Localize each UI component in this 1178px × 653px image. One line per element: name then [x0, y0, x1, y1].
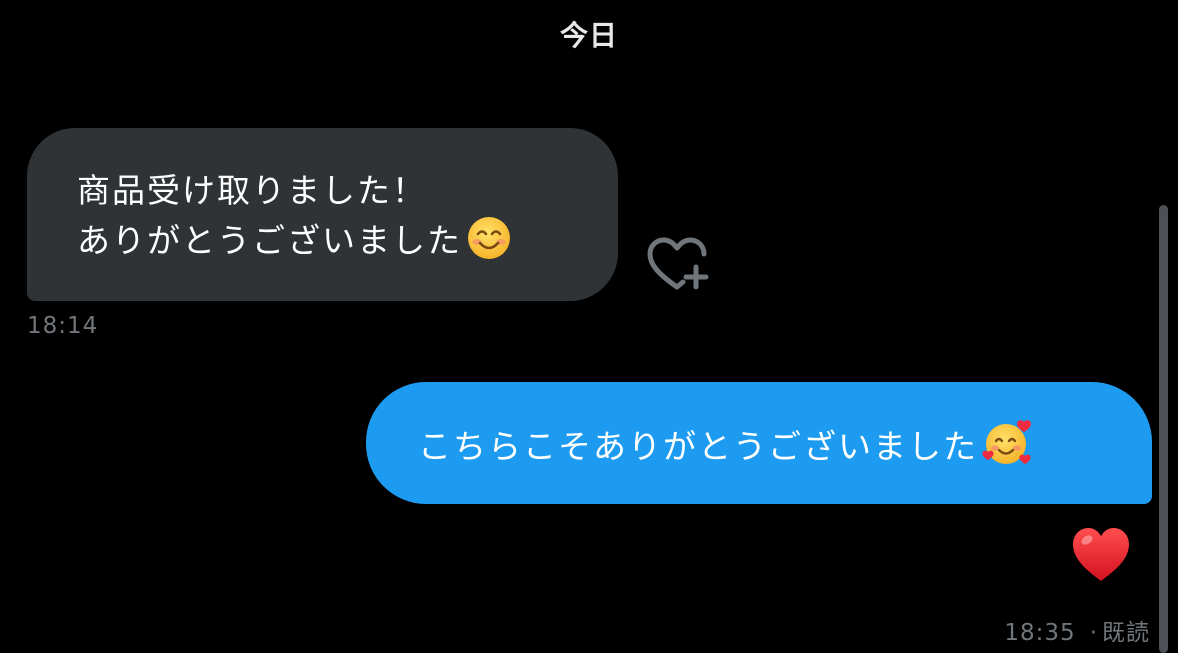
- message-reaction[interactable]: [1070, 525, 1132, 585]
- smiling-face-with-hearts-icon: [982, 420, 1031, 464]
- date-divider: 今日: [559, 19, 618, 52]
- sent-message-bubble[interactable]: こちらこそありがとうございました: [366, 382, 1152, 504]
- message-timestamp: 18:14: [27, 313, 99, 339]
- read-status: 既読: [1102, 620, 1150, 646]
- message-text-line-1: 商品受け取りました！: [77, 171, 427, 210]
- received-message-bubble[interactable]: 商品受け取りました！ ありがとうございました: [27, 128, 618, 301]
- add-reaction-button[interactable]: [647, 237, 711, 293]
- scrollbar[interactable]: [1159, 205, 1168, 653]
- message-meta: 18:35 · 既読: [1004, 613, 1150, 647]
- smiling-face-with-smiling-eyes-icon: [468, 217, 510, 259]
- message-timestamp: 18:35: [1004, 620, 1076, 646]
- message-text-line-2: ありがとうございました: [77, 215, 578, 265]
- message-text-line-2-text: ありがとうございました: [77, 221, 462, 260]
- red-heart-icon: [1073, 528, 1129, 581]
- message-text: こちらこそありがとうございました: [418, 427, 978, 466]
- separator-dot: ·: [1089, 620, 1098, 646]
- heart-plus-icon: [647, 237, 709, 290]
